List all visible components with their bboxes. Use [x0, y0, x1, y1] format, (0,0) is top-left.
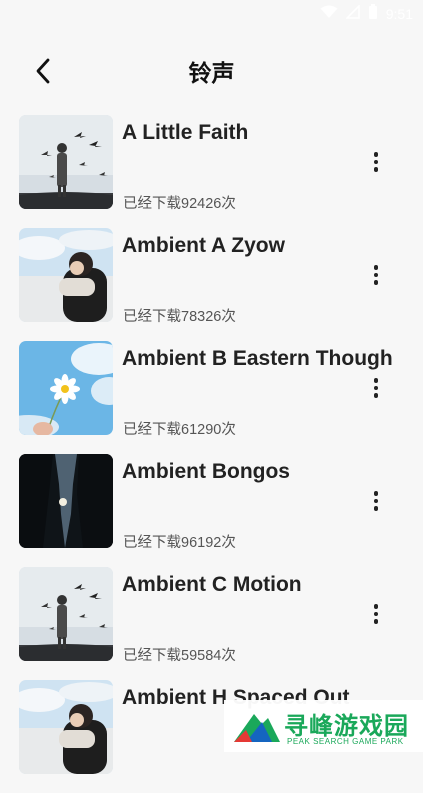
thumbnail-image: [19, 567, 113, 661]
item-title: Ambient A Zyow: [122, 234, 285, 257]
watermark-subtext: PEAK SEARCH GAME PARK: [287, 737, 404, 746]
list-item[interactable]: A Little Faith 已经下载92426次: [0, 115, 423, 228]
more-options-button[interactable]: [364, 373, 388, 403]
item-title: Ambient C Motion: [122, 573, 302, 596]
page-title: 铃声: [188, 60, 235, 86]
item-title: Ambient B Eastern Though: [122, 347, 393, 370]
item-title: A Little Faith: [122, 121, 249, 144]
thumbnail-image: [19, 115, 113, 209]
download-count: 已经下载78326次: [123, 309, 236, 325]
more-options-button[interactable]: [364, 486, 388, 516]
download-count: 已经下载96192次: [123, 535, 236, 551]
mountain-logo-icon: [234, 714, 280, 742]
list-item[interactable]: Ambient B Eastern Though 已经下载61290次: [0, 341, 423, 454]
more-options-button[interactable]: [364, 147, 388, 177]
battery-icon: [368, 3, 378, 25]
watermark-text: 寻峰游戏园: [284, 712, 409, 740]
status-time: 9:51: [385, 6, 413, 22]
item-title: Ambient Bongos: [122, 460, 290, 483]
wifi-icon: [320, 5, 338, 24]
list-item[interactable]: Ambient C Motion 已经下载59584次: [0, 567, 423, 680]
download-count: 已经下载59584次: [123, 648, 236, 664]
status-bar: 9:51: [0, 0, 423, 28]
no-signal-icon: [344, 3, 360, 24]
thumbnail-image: [19, 341, 113, 435]
more-options-button[interactable]: [364, 260, 388, 290]
header: 铃声: [0, 48, 423, 92]
download-count: 已经下载92426次: [123, 196, 236, 212]
more-options-button[interactable]: [364, 599, 388, 629]
watermark: 寻峰游戏园 PEAK SEARCH GAME PARK: [224, 700, 423, 752]
thumbnail-image: [19, 680, 113, 774]
list-item[interactable]: Ambient Bongos 已经下载96192次: [0, 454, 423, 567]
ringtone-list: A Little Faith 已经下载92426次 Ambient A Zyow…: [0, 115, 423, 793]
thumbnail-image: [19, 228, 113, 322]
thumbnail-image: [19, 454, 113, 548]
list-item[interactable]: Ambient A Zyow 已经下载78326次: [0, 228, 423, 341]
download-count: 已经下载61290次: [123, 422, 236, 438]
status-icons: 9:51: [320, 3, 413, 25]
